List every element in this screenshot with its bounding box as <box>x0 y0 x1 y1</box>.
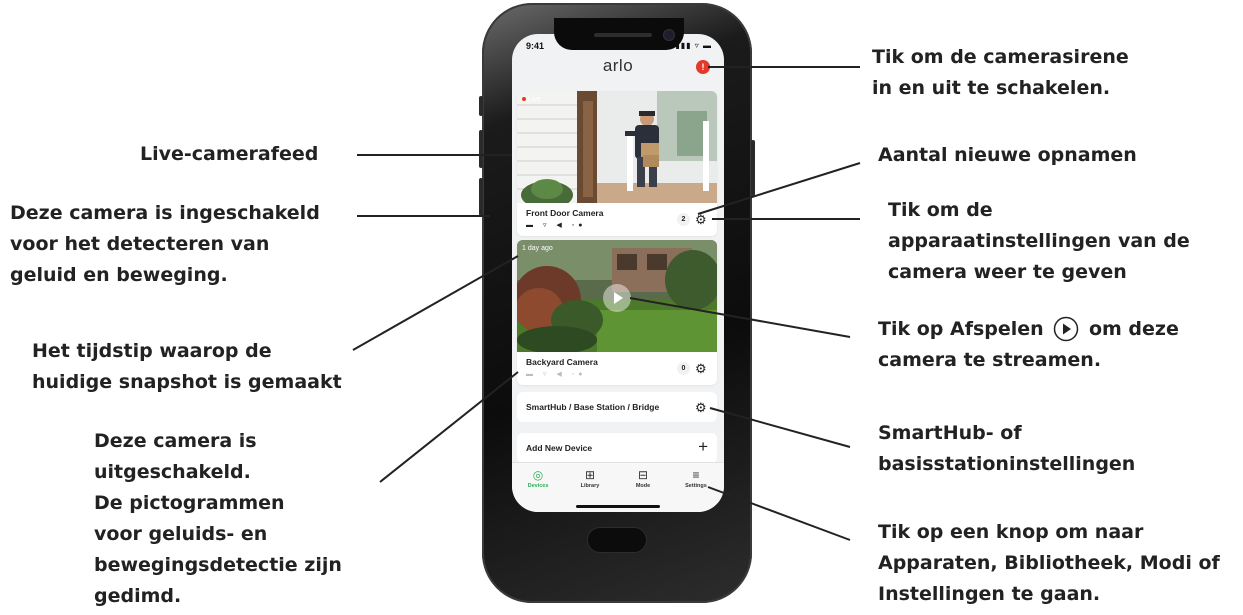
annotation-camera-disabled-line3: De pictogrammen <box>94 492 285 514</box>
annotation-live-feed: Live-camerafeed <box>140 143 319 165</box>
plus-icon[interactable]: + <box>698 437 708 457</box>
annotation-play-line1: Tik op Afspelen om deze <box>878 314 1179 345</box>
annotation-camera-enabled-line2: voor het detecteren van <box>10 233 270 255</box>
gear-icon[interactable]: ⚙ <box>695 401 707 414</box>
camera-card-front-door[interactable]: Live Front Door Camera ▬ ▿ ◀ ◦● 2 ⚙ <box>517 91 717 236</box>
gear-icon[interactable]: ⚙ <box>695 362 707 375</box>
front-camera-lens <box>664 30 674 40</box>
new-recordings-badge[interactable]: 0 <box>677 362 690 375</box>
tab-library-label: Library <box>580 483 600 489</box>
library-icon: ⊞ <box>584 468 596 482</box>
annotation-camera-enabled-line3: geluid en beweging. <box>10 264 228 286</box>
mode-icon: ⊟ <box>637 468 649 482</box>
volume-down-button <box>479 178 483 216</box>
tab-settings-label: Settings <box>685 483 707 489</box>
new-recordings-badge[interactable]: 2 <box>677 213 690 226</box>
camera-card-backyard[interactable]: 1 day ago Backyard Camera ▬ ▿ ◀ ◦● 0 ⚙ <box>517 240 717 385</box>
annotation-device-settings: Tik om de apparaatinstellingen van de ca… <box>888 195 1190 288</box>
annotation-device-settings-line1: Tik om de <box>888 199 993 221</box>
snapshot-age-tag: 1 day ago <box>522 245 553 252</box>
phone-bottom-button <box>588 528 646 552</box>
camera-name-backyard: Backyard Camera <box>526 357 598 367</box>
annotation-play: Tik op Afspelen om deze camera te stream… <box>878 314 1179 376</box>
home-indicator <box>576 505 660 508</box>
annotation-camera-disabled-line5: bewegingsdetectie zijn <box>94 554 342 576</box>
annotation-hub-settings-line1: SmartHub- of <box>878 422 1022 444</box>
tab-mode[interactable]: ⊟ Mode <box>620 467 666 489</box>
annotation-camera-disabled-line1: Deze camera is <box>94 430 257 452</box>
annotation-hub-settings-line2: basisstationinstellingen <box>878 453 1136 475</box>
status-icons: ▮▮▮ ▿ ▬ <box>675 41 712 50</box>
siren-icon[interactable]: ! <box>696 60 710 74</box>
gear-icon[interactable]: ⚙ <box>695 213 707 226</box>
annotation-hub-settings: SmartHub- of basisstationinstellingen <box>878 418 1135 480</box>
annotation-siren: Tik om de camerasirene in en uit te scha… <box>872 42 1129 104</box>
annotation-camera-disabled-line2: uitgeschakeld. <box>94 461 251 483</box>
tab-mode-label: Mode <box>635 483 651 489</box>
snapshot-feed[interactable]: 1 day ago <box>517 240 717 352</box>
detection-status-icons: ▬ ▿ ◀ ◦● <box>526 222 587 229</box>
phone-screen: 9:41 ▮▮▮ ▿ ▬ arlo ! Live Front Door Came… <box>512 34 724 512</box>
annotation-navigation-line2: Apparaten, Bibliotheek, Modi of <box>878 552 1220 574</box>
annotation-navigation-line3: Instellingen te gaan. <box>878 583 1101 605</box>
annotation-snapshot-time: Het tijdstip waarop de huidige snapshot … <box>32 336 342 398</box>
power-button <box>751 140 755 196</box>
add-device-row[interactable]: Add New Device + <box>517 433 717 463</box>
annotation-snapshot-time-line2: huidige snapshot is gemaakt <box>32 371 342 393</box>
annotation-camera-disabled-line6: gedimd. <box>94 585 182 607</box>
tab-devices-label: Devices <box>527 483 549 489</box>
live-dot-icon <box>522 97 526 102</box>
live-tag-label: Live <box>528 96 541 103</box>
status-time: 9:41 <box>526 41 545 51</box>
live-camera-feed[interactable]: Live <box>517 91 717 203</box>
annotation-siren-line1: Tik om de camerasirene <box>872 46 1129 68</box>
add-device-label: Add New Device <box>526 443 593 453</box>
annotation-device-settings-line3: camera weer te geven <box>888 261 1127 283</box>
annotation-camera-disabled-line4: voor geluids- en <box>94 523 268 545</box>
annotation-snapshot-time-line1: Het tijdstip waarop de <box>32 340 272 362</box>
annotation-play-line1-a: Tik op Afspelen <box>878 318 1044 340</box>
annotation-navigation: Tik op een knop om naar Apparaten, Bibli… <box>878 517 1220 610</box>
app-title: arlo <box>602 56 634 75</box>
smarthub-label: SmartHub / Base Station / Bridge <box>526 402 660 412</box>
annotation-siren-line2: in en uit te schakelen. <box>872 77 1111 99</box>
camera-name-front-door: Front Door Camera <box>526 208 604 218</box>
volume-up-button <box>479 130 483 168</box>
devices-icon: ◎ <box>532 468 544 482</box>
play-circle-icon <box>1054 316 1079 342</box>
annotation-camera-enabled-line1: Deze camera is ingeschakeld <box>10 202 320 224</box>
speaker-grille <box>594 33 652 37</box>
annotation-play-line1-b: om deze <box>1088 318 1179 340</box>
bottom-tab-bar: ◎ Devices ⊞ Library ⊟ Mode ≡ Settings <box>512 462 724 512</box>
annotation-device-settings-line2: apparaatinstellingen van de <box>888 230 1190 252</box>
live-tag: Live <box>522 96 541 103</box>
tab-devices[interactable]: ◎ Devices <box>515 467 561 489</box>
annotation-new-recordings: Aantal nieuwe opnamen <box>878 144 1137 166</box>
annotation-play-line2: camera te streamen. <box>878 349 1102 371</box>
mute-switch <box>479 96 483 116</box>
tab-library[interactable]: ⊞ Library <box>567 467 613 489</box>
play-button[interactable] <box>603 284 631 312</box>
settings-icon: ≡ <box>692 468 700 482</box>
annotation-camera-disabled: Deze camera is uitgeschakeld. De pictogr… <box>94 426 342 612</box>
smarthub-row[interactable]: SmartHub / Base Station / Bridge ⚙ <box>517 392 717 422</box>
annotation-camera-enabled: Deze camera is ingeschakeld voor het det… <box>10 198 320 291</box>
annotation-navigation-line1: Tik op een knop om naar <box>878 521 1144 543</box>
tab-settings[interactable]: ≡ Settings <box>673 467 719 489</box>
detection-status-icons-dimmed: ▬ ▿ ◀ ◦● <box>526 371 587 378</box>
